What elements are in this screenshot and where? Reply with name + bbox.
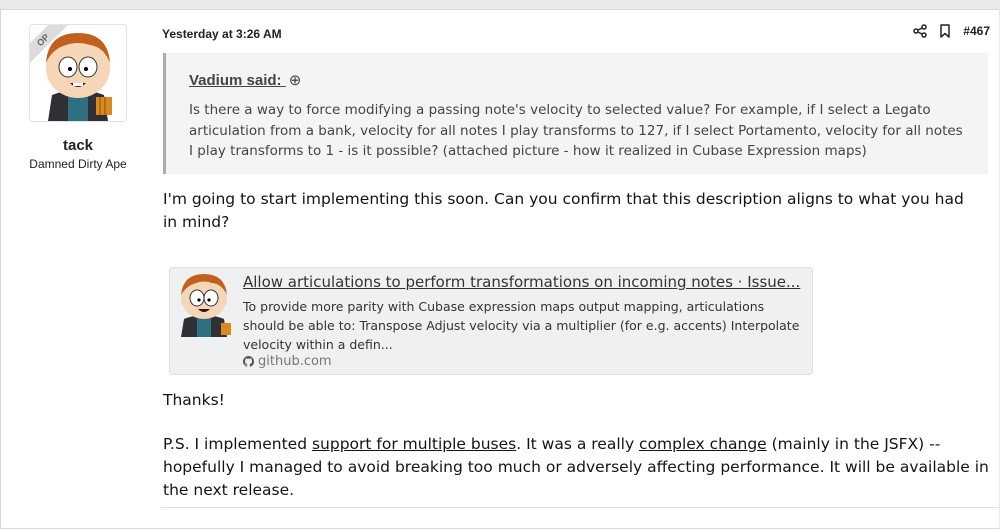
link-preview-title[interactable]: Allow articulations to perform transform…: [243, 273, 808, 291]
post-divider: [161, 507, 1000, 508]
post-number[interactable]: #467: [963, 24, 990, 38]
post-paragraph-ps: P.S. I implemented support for multiple …: [163, 433, 993, 502]
link-preview-card[interactable]: Allow articulations to perform transform…: [169, 267, 813, 375]
quote-author-link[interactable]: Vadium said: ⊕: [189, 71, 301, 89]
arrow-up-circle-icon[interactable]: ⊕: [289, 71, 302, 89]
post-author-sidebar: OP tack Damned Dirty Ape: [1, 10, 150, 528]
post-paragraph: I'm going to start implementing this soo…: [163, 190, 964, 231]
link-preview-domain[interactable]: github.com: [243, 354, 332, 369]
github-icon: [243, 356, 254, 367]
quote-author[interactable]: Vadium said:: [189, 72, 282, 89]
post-paragraph: Thanks!: [163, 391, 225, 409]
user-title: Damned Dirty Ape: [29, 157, 127, 171]
multiple-buses-link[interactable]: support for multiple buses: [312, 435, 516, 453]
bookmark-icon[interactable]: [939, 24, 951, 38]
avatar[interactable]: OP: [29, 24, 127, 122]
share-icon[interactable]: [913, 24, 928, 38]
link-preview-domain-text[interactable]: github.com: [258, 354, 332, 369]
quote-text: Is there a way to force modifying a pass…: [189, 102, 963, 159]
post-date[interactable]: Yesterday at 3:26 AM: [162, 27, 282, 41]
username[interactable]: tack: [1, 137, 155, 154]
complex-change-link[interactable]: complex change: [639, 435, 767, 453]
ps-text: P.S. I implemented: [163, 435, 312, 453]
link-preview-description: To provide more parity with Cubase expre…: [243, 299, 800, 352]
quote-block: Vadium said: ⊕ Is there a way to force m…: [163, 53, 988, 174]
post-actions: #467: [913, 24, 990, 38]
link-preview-image: [175, 271, 233, 337]
ps-text: . It was a really: [516, 435, 640, 453]
post-card: OP tack Damned Dirty Ape Yesterday at 3:…: [0, 9, 999, 529]
